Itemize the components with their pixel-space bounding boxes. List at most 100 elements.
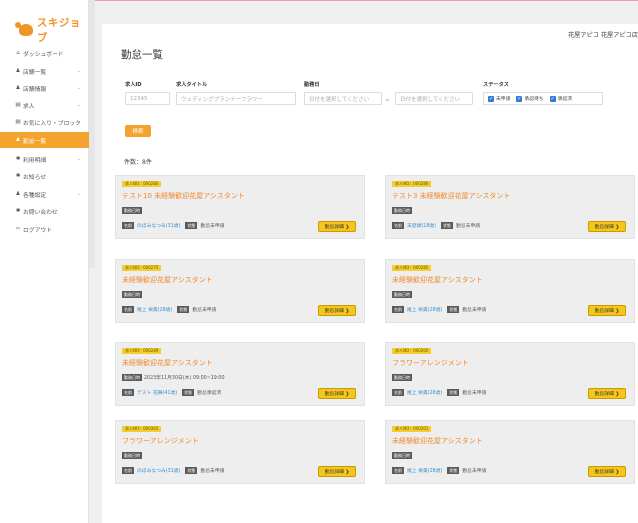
sidebar-item[interactable]: ♟ 店舗情報 ⌄: [0, 80, 89, 96]
status-tag: 状態: [447, 306, 460, 313]
work-datetime-tag: 勤務日時: [392, 207, 412, 214]
worker-name-link[interactable]: のぼみなつみ(31歳): [137, 467, 180, 474]
attendance-detail-button[interactable]: 勤怠詳細 ❯: [318, 221, 356, 232]
attendance-card: 求人NO：000280 テスト3 未経験歓迎花屋アシスタント 勤務日時名前 未登録(1…: [385, 175, 635, 239]
attendance-detail-button[interactable]: 勤怠詳細 ❯: [588, 388, 626, 399]
job-title[interactable]: 未経験歓迎花屋アシスタント: [122, 275, 213, 285]
card-info-row: 名前 尾上 栄美(28歳) 状態 勤怠未申請: [122, 306, 216, 313]
attendance-detail-button[interactable]: 勤怠詳細 ❯: [318, 305, 356, 316]
sidebar-item-label: 店舗一覧: [23, 69, 47, 76]
status-checkbox-approved[interactable]: ✓ 承認済: [549, 95, 572, 102]
attendance-detail-button[interactable]: 勤怠詳細 ❯: [588, 466, 626, 477]
chevron-down-icon: ⌄: [76, 85, 81, 91]
status-tag: 状態: [177, 306, 190, 313]
worker-name-link[interactable]: 尾上 栄美(28歳): [407, 389, 442, 396]
attendance-status: 勤怠承認済: [197, 391, 222, 396]
sidebar: スキジョブ ⌂ ダッシュボード ♟ 店舗一覧 ⌄ ♟ 店舗情報 ⌄ ▤ 求人 ⌄ ▤ お気に入り・ブロッ…: [0, 0, 89, 523]
sidebar-scrollbar[interactable]: [89, 0, 95, 268]
sidebar-item-label: お気に入り・ブロック: [23, 120, 81, 127]
sidebar-item-label: 利用明細: [23, 157, 47, 164]
sidebar-item-label: ダッシュボード: [23, 51, 64, 58]
search-button[interactable]: 検索: [125, 125, 151, 137]
sidebar-item[interactable]: ♟ 各種設定 ⌄: [0, 186, 89, 202]
worker-name-link[interactable]: 尾上 栄美(28歳): [407, 467, 442, 474]
job-title-input[interactable]: ウェディングプランナーフラワー: [176, 92, 296, 105]
name-tag: 名前: [122, 306, 134, 313]
brand-logo[interactable]: スキジョブ: [15, 17, 88, 44]
sidebar-item-label: お問い合わせ: [23, 209, 58, 216]
attendance-detail-button[interactable]: 勤怠詳細 ❯: [588, 221, 626, 232]
chevron-down-icon: ⌄: [76, 68, 81, 74]
attendance-status: 勤怠未申請: [462, 391, 487, 396]
sidebar-item[interactable]: ✱ お問い合わせ: [0, 203, 89, 219]
date-to-input[interactable]: 日付を選択してください: [395, 92, 473, 105]
date-from-input[interactable]: 日付を選択してください: [304, 92, 382, 105]
worker-name-link[interactable]: 未登録(18歳): [407, 222, 436, 229]
attendance-card: 求人NO：000289 未経験歓迎花屋アシスタント 勤務日時 2023年11月30日(…: [115, 342, 365, 406]
worker-name-link[interactable]: 尾上 栄美(28歳): [137, 306, 172, 313]
top-accent-line: [0, 0, 638, 1]
work-date-label: 勤務日: [304, 82, 320, 88]
sidebar-item[interactable]: ⌂ ダッシュボード: [0, 45, 89, 61]
work-datetime-tag: 勤務日時: [392, 291, 412, 298]
checkbox-checked-icon: ✓: [488, 95, 494, 102]
card-info-row: 名前 テスト 花舞(41歳) 状態 勤怠承認済: [122, 389, 221, 396]
job-title[interactable]: フラワーアレンジメント: [392, 358, 469, 368]
attendance-detail-button[interactable]: 勤怠詳細 ❯: [588, 305, 626, 316]
attendance-status: 勤怠未申請: [200, 224, 225, 229]
users-icon: ♟: [15, 85, 21, 91]
sidebar-item[interactable]: ✱ お知らせ: [0, 168, 89, 184]
attendance-status: 勤怠未申請: [192, 308, 217, 313]
job-title[interactable]: 未経験歓迎花屋アシスタント: [392, 436, 483, 446]
worker-name-link[interactable]: 尾上 栄美(28歳): [407, 306, 442, 313]
sidebar-item[interactable]: ⇦ ログアウト: [0, 221, 89, 237]
job-number-badge: 求人NO：000280: [392, 181, 432, 187]
card-info-row: 名前 尾上 栄美(28歳) 状態 勤怠未申請: [392, 306, 486, 313]
sidebar-item-label: 求人: [23, 103, 35, 110]
logo-icon: [15, 22, 33, 36]
job-title[interactable]: 未経験歓迎花屋アシスタント: [122, 358, 213, 368]
chevron-down-icon: ⌄: [76, 102, 81, 108]
checkbox-checked-icon: ✓: [549, 95, 556, 102]
list-icon: ▤: [15, 102, 21, 108]
job-title[interactable]: テスト3 未経験歓迎花屋アシスタント: [392, 191, 510, 201]
chevron-down-icon: ⌄: [76, 119, 81, 125]
sidebar-item[interactable]: ▤ 求人 ⌄: [0, 97, 89, 113]
attendance-detail-button[interactable]: 勤怠詳細 ❯: [318, 466, 356, 477]
attendance-card: 求人NO：000280 テスト10 未経験歓迎花屋アシスタント 勤務日時 名前 のぼみな…: [115, 175, 365, 239]
card-info-row: 名前 のぼみなつみ(31歳) 状態 勤怠未申請: [122, 222, 224, 229]
name-tag: 名前: [392, 222, 404, 229]
header-user-name[interactable]: 花屋アピコ 花屋アピコ店: [568, 30, 638, 39]
sidebar-item[interactable]: ▤ お気に入り・ブロック ⌄: [0, 114, 89, 130]
sidebar-item[interactable]: ♟ 勤怠一覧: [0, 132, 89, 148]
job-number-badge: 求人NO：000301: [392, 426, 432, 432]
job-title[interactable]: フラワーアレンジメント: [122, 436, 199, 446]
sidebar-item[interactable]: ♟ 店舗一覧 ⌄: [0, 63, 89, 79]
name-tag: 名前: [392, 389, 404, 396]
work-datetime-tag: 勤務日時: [122, 452, 142, 459]
name-tag: 名前: [122, 222, 134, 229]
job-number-badge: 求人NO：000280: [122, 181, 162, 187]
sidebar-item[interactable]: ✱ 利用明細 ⌄: [0, 151, 89, 167]
date-range-separator: ~: [385, 97, 391, 104]
job-title-label: 求人タイトル: [176, 82, 208, 88]
worker-name-link[interactable]: テスト 花舞(41歳): [137, 389, 177, 396]
attendance-status: 勤怠未申請: [462, 469, 487, 474]
card-info-row: 名前 尾上 栄美(28歳) 状態 勤怠未申請: [392, 389, 486, 396]
brand-name: スキジョブ: [36, 17, 81, 44]
sidebar-item-label: 各種設定: [23, 192, 47, 199]
job-title[interactable]: テスト10 未経験歓迎花屋アシスタント: [122, 191, 245, 201]
status-checkbox-pending[interactable]: ✓ 承認待ち: [516, 95, 544, 102]
worker-name-link[interactable]: のぼみなつみ(31歳): [137, 222, 180, 229]
page-title: 勤怠一覧: [121, 49, 163, 61]
attendance-detail-button[interactable]: 勤怠詳細 ❯: [318, 388, 356, 399]
status-checkbox-unapplied[interactable]: ✓ 未申請: [488, 95, 510, 102]
sidebar-item-label: 勤怠一覧: [23, 138, 47, 145]
work-datetime-tag: 勤務日時: [392, 374, 412, 381]
job-title[interactable]: 未経験歓迎花屋アシスタント: [392, 275, 483, 285]
users-icon: ♟: [15, 68, 21, 74]
attendance-card: 求人NO：000301 未経験歓迎花屋アシスタント 勤務日時 名前 尾上 栄美(28歳)…: [385, 420, 635, 484]
job-id-label: 求人ID: [125, 82, 142, 88]
attendance-status: 勤怠未申請: [462, 308, 487, 313]
job-id-input[interactable]: 12345: [125, 92, 170, 105]
